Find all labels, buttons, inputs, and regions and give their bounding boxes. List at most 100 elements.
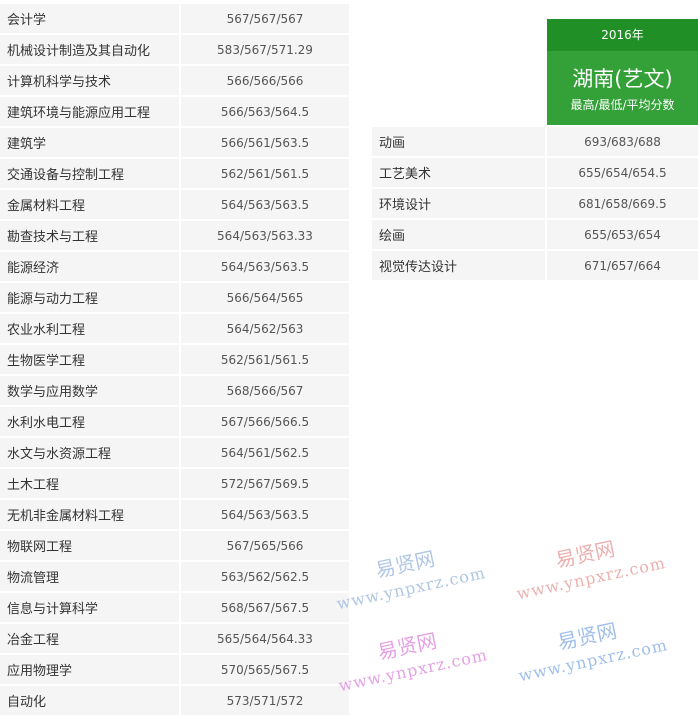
major-name: 物流管理 xyxy=(0,562,181,591)
table-row: 工艺美术 655/654/654.5 xyxy=(372,158,698,187)
table-row: 勘查技术与工程 564/563/563.33 xyxy=(0,221,349,250)
table-row: 能源经济 564/563/563.5 xyxy=(0,252,349,281)
major-name: 视觉传达设计 xyxy=(372,251,547,280)
header-year: 2016年 xyxy=(547,19,698,51)
watermark-name: 易贤网 xyxy=(555,618,619,655)
score-value: 671/657/664 xyxy=(547,251,698,280)
major-name: 勘查技术与工程 xyxy=(0,221,181,250)
score-value: 562/561/561.5 xyxy=(181,345,349,374)
score-value: 564/563/563.5 xyxy=(181,252,349,281)
score-value: 564/562/563 xyxy=(181,314,349,343)
score-value: 568/566/567 xyxy=(181,376,349,405)
score-value: 572/567/569.5 xyxy=(181,469,349,498)
score-value: 564/563/563.5 xyxy=(181,190,349,219)
table-row: 环境设计 681/658/669.5 xyxy=(372,189,698,218)
watermark-url: www.ynpxrz.com xyxy=(516,635,670,686)
score-value: 566/563/564.5 xyxy=(181,97,349,126)
score-value: 565/564/564.33 xyxy=(181,624,349,653)
major-name: 生物医学工程 xyxy=(0,345,181,374)
major-name: 计算机科学与技术 xyxy=(0,66,181,95)
watermark-name: 易贤网 xyxy=(373,546,437,583)
score-value: 655/654/654.5 xyxy=(547,158,698,187)
major-name: 数学与应用数学 xyxy=(0,376,181,405)
major-name: 能源与动力工程 xyxy=(0,283,181,312)
score-value: 681/658/669.5 xyxy=(547,189,698,218)
major-name: 交通设备与控制工程 xyxy=(0,159,181,188)
watermark: 易贤网 www.ynpxrz.com xyxy=(508,523,667,603)
watermark: 易贤网 www.ynpxrz.com xyxy=(330,615,489,695)
table-row: 机械设计制造及其自动化 583/567/571.29 xyxy=(0,35,349,64)
score-value: 573/571/572 xyxy=(181,686,349,715)
table-row: 无机非金属材料工程 564/563/563.5 xyxy=(0,500,349,529)
major-name: 工艺美术 xyxy=(372,158,547,187)
score-value: 562/561/561.5 xyxy=(181,159,349,188)
table-row: 水利水电工程 567/566/566.5 xyxy=(0,407,349,436)
table-row: 生物医学工程 562/561/561.5 xyxy=(0,345,349,374)
table-row: 物联网工程 567/565/566 xyxy=(0,531,349,560)
score-value: 564/563/563.5 xyxy=(181,500,349,529)
right-score-table: 动画 693/683/688 工艺美术 655/654/654.5 环境设计 681/65… xyxy=(372,125,698,282)
table-row: 动画 693/683/688 xyxy=(372,127,698,156)
score-value: 655/653/654 xyxy=(547,220,698,249)
table-row: 自动化 573/571/572 xyxy=(0,686,349,715)
table-row: 能源与动力工程 566/564/565 xyxy=(0,283,349,312)
table-row: 交通设备与控制工程 562/561/561.5 xyxy=(0,159,349,188)
table-row: 金属材料工程 564/563/563.5 xyxy=(0,190,349,219)
table-row: 建筑学 566/561/563.5 xyxy=(0,128,349,157)
table-row: 应用物理学 570/565/567.5 xyxy=(0,655,349,684)
major-name: 自动化 xyxy=(0,686,181,715)
major-name: 金属材料工程 xyxy=(0,190,181,219)
major-name: 物联网工程 xyxy=(0,531,181,560)
score-value: 567/566/566.5 xyxy=(181,407,349,436)
table-row: 数学与应用数学 568/566/567 xyxy=(0,376,349,405)
watermark-url: www.ynpxrz.com xyxy=(334,563,488,614)
table-row: 冶金工程 565/564/564.33 xyxy=(0,624,349,653)
table-row: 信息与计算科学 568/567/567.5 xyxy=(0,593,349,622)
table-row: 水文与水资源工程 564/561/562.5 xyxy=(0,438,349,467)
major-name: 水文与水资源工程 xyxy=(0,438,181,467)
major-name: 会计学 xyxy=(0,4,181,33)
header-title: 湖南(艺文) xyxy=(572,67,673,91)
right-score-table-body: 动画 693/683/688 工艺美术 655/654/654.5 环境设计 681/65… xyxy=(372,127,698,280)
province-header: 2016年 湖南(艺文) 最高/最低/平均分数 xyxy=(547,19,698,125)
major-name: 建筑学 xyxy=(0,128,181,157)
major-name: 无机非金属材料工程 xyxy=(0,500,181,529)
watermark: 易贤网 www.ynpxrz.com xyxy=(328,533,487,613)
score-value: 566/564/565 xyxy=(181,283,349,312)
table-row: 建筑环境与能源应用工程 566/563/564.5 xyxy=(0,97,349,126)
table-row: 计算机科学与技术 566/566/566 xyxy=(0,66,349,95)
major-name: 环境设计 xyxy=(372,189,547,218)
major-name: 绘画 xyxy=(372,220,547,249)
table-row: 会计学 567/567/567 xyxy=(0,4,349,33)
score-value: 566/566/566 xyxy=(181,66,349,95)
major-name: 建筑环境与能源应用工程 xyxy=(0,97,181,126)
left-score-table-body: 会计学 567/567/567 机械设计制造及其自动化 583/567/571.29 计… xyxy=(0,4,349,715)
table-row: 视觉传达设计 671/657/664 xyxy=(372,251,698,280)
score-value: 693/683/688 xyxy=(547,127,698,156)
header-subtitle: 最高/最低/平均分数 xyxy=(570,98,675,112)
left-score-table: 会计学 567/567/567 机械设计制造及其自动化 583/567/571.29 计… xyxy=(0,2,349,717)
table-row: 物流管理 563/562/562.5 xyxy=(0,562,349,591)
table-row: 农业水利工程 564/562/563 xyxy=(0,314,349,343)
major-name: 冶金工程 xyxy=(0,624,181,653)
major-name: 水利水电工程 xyxy=(0,407,181,436)
score-value: 563/562/562.5 xyxy=(181,562,349,591)
score-value: 583/567/571.29 xyxy=(181,35,349,64)
major-name: 动画 xyxy=(372,127,547,156)
major-name: 土木工程 xyxy=(0,469,181,498)
watermark-name: 易贤网 xyxy=(375,628,439,665)
header-main: 湖南(艺文) 最高/最低/平均分数 xyxy=(547,51,698,125)
score-value: 567/567/567 xyxy=(181,4,349,33)
watermark-name: 易贤网 xyxy=(553,536,617,573)
watermark-url: www.ynpxrz.com xyxy=(336,645,490,696)
table-row: 绘画 655/653/654 xyxy=(372,220,698,249)
score-value: 570/565/567.5 xyxy=(181,655,349,684)
score-value: 564/563/563.33 xyxy=(181,221,349,250)
score-value: 566/561/563.5 xyxy=(181,128,349,157)
major-name: 应用物理学 xyxy=(0,655,181,684)
major-name: 信息与计算科学 xyxy=(0,593,181,622)
score-value: 567/565/566 xyxy=(181,531,349,560)
score-value: 568/567/567.5 xyxy=(181,593,349,622)
major-name: 农业水利工程 xyxy=(0,314,181,343)
watermark: 易贤网 www.ynpxrz.com xyxy=(510,605,669,685)
